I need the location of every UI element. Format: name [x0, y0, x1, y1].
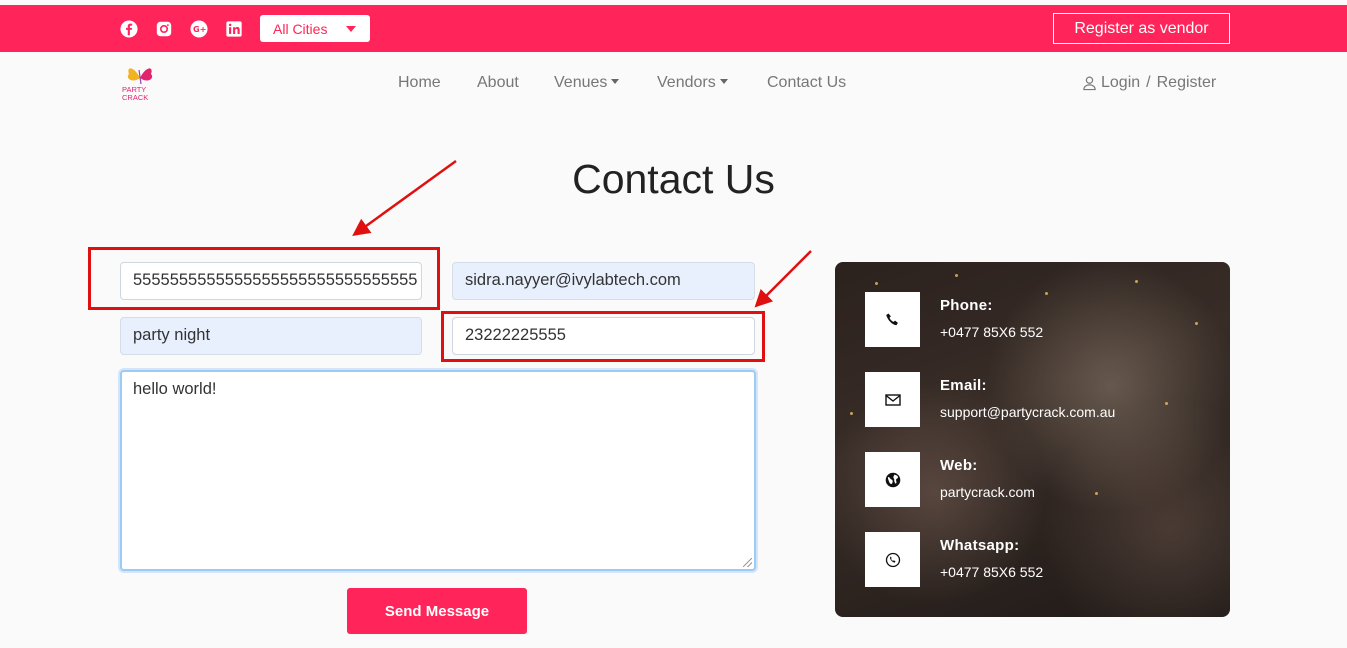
nav-home[interactable]: Home: [398, 74, 441, 92]
login-link[interactable]: Login: [1101, 74, 1140, 92]
logo-text-line2: CRACK: [122, 93, 149, 102]
email-input[interactable]: sidra.nayyer@ivylabtech.com: [452, 262, 755, 300]
nav-venues[interactable]: Venues: [554, 74, 620, 92]
whatsapp-value: +0477 85X6 552: [940, 564, 1044, 580]
message-text: hello world!: [133, 380, 217, 398]
nav-vendors[interactable]: Vendors: [657, 74, 728, 92]
confetti: [1195, 322, 1198, 325]
register-vendor-button[interactable]: Register as vendor: [1053, 13, 1230, 44]
confetti: [875, 282, 878, 285]
contact-info-card: Phone: +0477 85X6 552 Email: support@par…: [835, 262, 1230, 617]
phone-value: +0477 85X6 552: [940, 324, 1044, 340]
phone-icon: [885, 313, 898, 325]
auth-separator: /: [1146, 74, 1151, 91]
user-icon: [1083, 76, 1096, 91]
party-crack-logo[interactable]: PARTY CRACK: [120, 64, 160, 106]
email-label: Email:: [940, 377, 987, 394]
confetti: [1095, 492, 1098, 495]
resize-handle[interactable]: [743, 558, 752, 567]
confetti: [850, 412, 853, 415]
mail-icon-box: [865, 372, 920, 427]
phone-icon-box: [865, 292, 920, 347]
nav-about[interactable]: About: [477, 74, 519, 92]
city-select-value: All Cities: [273, 20, 328, 37]
confetti: [1045, 292, 1048, 295]
logo-text: PARTY CRACK: [122, 86, 148, 102]
mail-icon: [884, 393, 901, 406]
name-input[interactable]: 5555555555555555555555555555555: [120, 262, 422, 300]
phone-label: Phone:: [940, 297, 993, 314]
svg-text:G+: G+: [193, 24, 206, 34]
instagram-icon[interactable]: [154, 19, 174, 39]
email-value[interactable]: support@partycrack.com.au: [940, 404, 1115, 420]
message-textarea[interactable]: hello world!: [120, 370, 756, 571]
city-select[interactable]: All Cities: [260, 15, 370, 42]
chevron-down-icon: [346, 26, 356, 32]
whatsapp-label: Whatsapp:: [940, 537, 1020, 554]
globe-icon: [885, 472, 900, 487]
confetti: [1165, 402, 1168, 405]
google-plus-icon[interactable]: G+: [189, 19, 209, 39]
page-title: Contact Us: [572, 156, 775, 202]
whatsapp-icon: [885, 552, 900, 567]
register-link[interactable]: Register: [1157, 74, 1217, 92]
confetti: [955, 274, 958, 277]
web-value[interactable]: partycrack.com: [940, 484, 1035, 500]
nav-vendors-label: Vendors: [657, 74, 716, 91]
top-bar: G+ All Cities Register as vendor: [0, 5, 1347, 52]
auth-links: Login / Register: [1082, 74, 1216, 92]
nav-contact-us[interactable]: Contact Us: [767, 74, 846, 92]
phone-input[interactable]: 23222225555: [452, 317, 755, 355]
nav-venues-label: Venues: [554, 74, 608, 91]
caret-down-icon: [719, 79, 728, 84]
linkedin-icon[interactable]: [224, 19, 244, 39]
caret-down-icon: [611, 79, 620, 84]
whatsapp-icon-box: [865, 532, 920, 587]
web-label: Web:: [940, 457, 978, 474]
globe-icon-box: [865, 452, 920, 507]
annotation-arrow-2: [754, 250, 812, 308]
send-message-button[interactable]: Send Message: [347, 588, 527, 634]
facebook-icon[interactable]: [119, 19, 139, 39]
confetti: [1135, 280, 1138, 283]
subject-input[interactable]: party night: [120, 317, 422, 355]
